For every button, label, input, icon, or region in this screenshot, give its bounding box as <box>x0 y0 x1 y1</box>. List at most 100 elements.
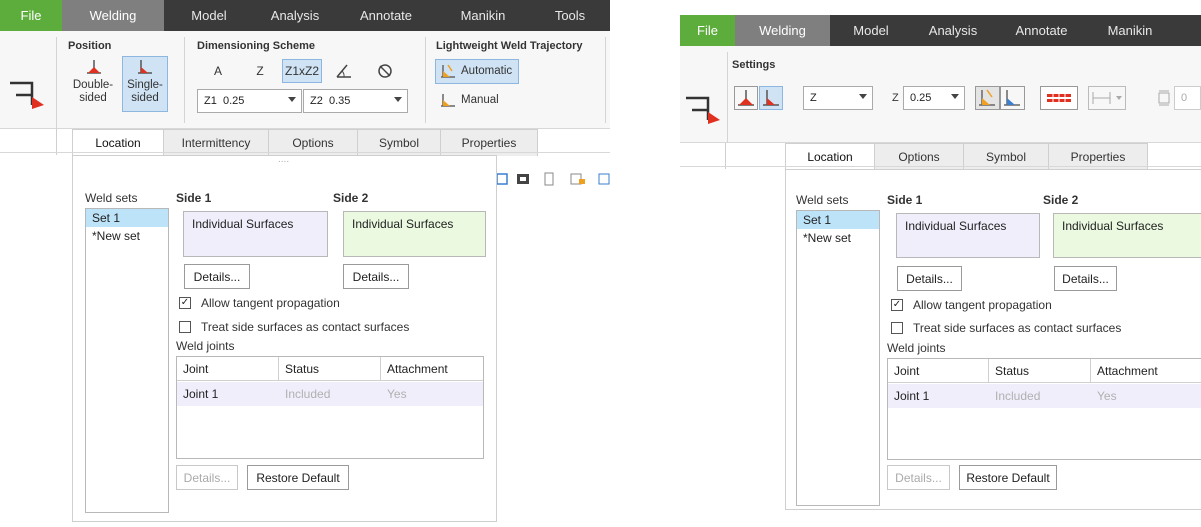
status-cell: Included <box>995 389 1041 403</box>
z-combo[interactable]: 0.25 <box>903 86 965 110</box>
double-sided-button[interactable]: Double- sided <box>70 78 116 106</box>
side2-surfaces[interactable]: Individual Surfaces <box>343 211 486 257</box>
pitch-icon[interactable] <box>1088 86 1126 110</box>
lightweight-group-title: Lightweight Weld Trajectory <box>436 40 583 52</box>
table-row[interactable]: Joint 1 Included Yes <box>177 382 483 406</box>
menu-tools[interactable]: Tools <box>530 0 610 31</box>
menu-annotate[interactable]: Annotate <box>994 15 1089 46</box>
menu-file[interactable]: File <box>680 15 735 46</box>
restore-default-button[interactable]: Restore Default <box>959 465 1057 490</box>
z-label: Z <box>892 92 899 104</box>
allow-tangent-label: Allow tangent propagation <box>201 296 340 310</box>
allow-tangent-label: Allow tangent propagation <box>913 298 1052 312</box>
side1-details-button[interactable]: Details... <box>897 266 962 291</box>
weld-feature-icon[interactable] <box>6 71 50 115</box>
length-icon[interactable] <box>1158 90 1170 106</box>
side2-label: Side 2 <box>333 191 369 205</box>
left-ribbon: Position Double- sided Single- sided Dim… <box>0 31 610 129</box>
weld-joints-table[interactable]: Joint Status Attachment Joint 1 Included… <box>176 356 484 459</box>
double-sided-icon[interactable] <box>734 86 758 110</box>
right-location-panel: Weld sets Set 1 *New set Side 1 Side 2 I… <box>785 169 1201 510</box>
toolbar-icons[interactable] <box>495 170 610 188</box>
menu-model[interactable]: Model <box>164 0 254 31</box>
weld-sets-label: Weld sets <box>85 191 138 205</box>
treat-side-checkbox[interactable] <box>891 322 903 334</box>
scheme-a-button[interactable]: A <box>207 60 229 82</box>
left-menubar: File Welding Model Analysis Annotate Man… <box>0 0 610 31</box>
attachment-cell: Yes <box>387 387 407 401</box>
attachment-cell: Yes <box>1097 389 1117 403</box>
red-dash-icon[interactable] <box>1040 86 1078 110</box>
weld-joints-table[interactable]: Joint Status Attachment Joint 1 Included… <box>887 358 1201 460</box>
column-attachment[interactable]: Attachment <box>1091 359 1158 383</box>
table-row[interactable]: Joint 1 Included Yes <box>888 384 1201 408</box>
scheme-z1z2-button[interactable]: Z1xZ2 <box>282 59 322 83</box>
weld-set-item[interactable]: Set 1 <box>86 209 168 227</box>
joint-details-button[interactable]: Details... <box>176 465 238 490</box>
manual-label[interactable]: Manual <box>461 94 499 106</box>
joint-details-button[interactable]: Details... <box>887 465 950 490</box>
weld-sets-list[interactable]: Set 1 *New set <box>85 208 169 513</box>
weld-joints-label: Weld joints <box>176 339 235 353</box>
column-attachment[interactable]: Attachment <box>381 357 448 381</box>
automatic-label: Automatic <box>461 65 513 77</box>
z1-combo[interactable]: Z1 0.25 <box>197 89 302 113</box>
weld-set-item[interactable]: *New set <box>797 229 879 247</box>
menu-annotate[interactable]: Annotate <box>336 0 436 31</box>
column-joint[interactable]: Joint <box>177 357 208 381</box>
side2-surfaces[interactable]: Individual Surfaces <box>1053 213 1201 258</box>
joint-cell: Joint 1 <box>183 387 219 401</box>
menu-file[interactable]: File <box>0 0 62 31</box>
menu-welding[interactable]: Welding <box>735 15 830 46</box>
weld-sets-list[interactable]: Set 1 *New set <box>796 210 880 506</box>
single-sided-icon <box>138 60 152 74</box>
single-sided-icon[interactable] <box>759 86 783 110</box>
joint-cell: Joint 1 <box>894 389 930 403</box>
partial-field[interactable]: 0 <box>1174 86 1201 110</box>
weld-sets-label: Weld sets <box>796 193 849 207</box>
dimensioning-group-title: Dimensioning Scheme <box>197 40 315 52</box>
z2-combo[interactable]: Z2 0.35 <box>303 89 408 113</box>
automatic-trajectory-icon <box>441 64 455 78</box>
right-menubar: File Welding Model Analysis Annotate Man… <box>680 15 1201 46</box>
weld-feature-icon[interactable] <box>682 86 726 130</box>
right-ribbon: Settings Z Z 0.25 0 <box>680 46 1201 143</box>
panel-grip[interactable]: .... <box>278 154 289 165</box>
weld-set-item[interactable]: Set 1 <box>797 211 879 229</box>
scheme-combo[interactable]: Z <box>803 86 873 110</box>
menu-analysis[interactable]: Analysis <box>254 0 336 31</box>
circle-slash-icon[interactable] <box>376 62 394 80</box>
weld-set-item[interactable]: *New set <box>86 227 168 245</box>
column-status[interactable]: Status <box>279 357 319 381</box>
side2-label: Side 2 <box>1043 193 1079 207</box>
menu-analysis[interactable]: Analysis <box>912 15 994 46</box>
column-status[interactable]: Status <box>989 359 1029 383</box>
settings-group-title: Settings <box>732 59 776 71</box>
restore-default-button[interactable]: Restore Default <box>247 465 349 490</box>
left-location-panel: .... Weld sets Set 1 *New set Side 1 Sid… <box>72 154 497 522</box>
single-sided-label: Single- sided <box>127 79 163 104</box>
menu-manikin[interactable]: Manikin <box>1089 15 1171 46</box>
treat-side-checkbox[interactable] <box>179 321 191 333</box>
manual-trajectory-icon[interactable] <box>440 92 456 108</box>
scheme-z-button[interactable]: Z <box>249 60 271 82</box>
menu-manikin[interactable]: Manikin <box>436 0 530 31</box>
menu-model[interactable]: Model <box>830 15 912 46</box>
allow-tangent-checkbox[interactable]: ✓ <box>891 299 903 311</box>
double-sided-icon <box>87 60 101 74</box>
treat-side-label: Treat side surfaces as contact surfaces <box>913 321 1122 335</box>
allow-tangent-checkbox[interactable]: ✓ <box>179 297 191 309</box>
treat-side-label: Treat side surfaces as contact surfaces <box>201 320 410 334</box>
side1-label: Side 1 <box>176 191 212 205</box>
automatic-trajectory-icon[interactable] <box>975 86 1025 110</box>
side1-label: Side 1 <box>887 193 923 207</box>
side1-details-button[interactable]: Details... <box>184 264 250 289</box>
column-joint[interactable]: Joint <box>888 359 919 383</box>
angle-icon[interactable] <box>335 62 353 80</box>
side1-surfaces[interactable]: Individual Surfaces <box>896 213 1040 258</box>
side1-surfaces[interactable]: Individual Surfaces <box>183 211 328 257</box>
side2-details-button[interactable]: Details... <box>1054 266 1117 291</box>
side2-details-button[interactable]: Details... <box>343 264 409 289</box>
menu-welding[interactable]: Welding <box>62 0 164 31</box>
weld-joints-label: Weld joints <box>887 341 946 355</box>
